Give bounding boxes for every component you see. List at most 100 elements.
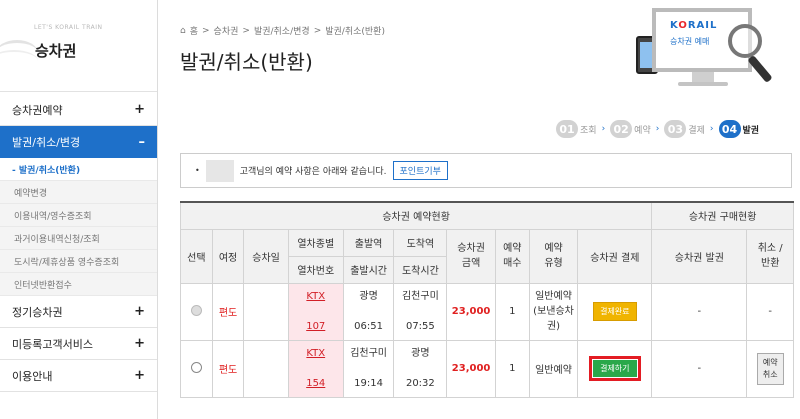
group-header-reservation: 승차권 예약현황 <box>179 201 653 230</box>
radio-button[interactable] <box>190 361 202 373</box>
arrival-cell: 김천구미 07:55 <box>393 282 448 341</box>
korail-logo: KORAIL <box>670 20 718 31</box>
breadcrumb-ticket[interactable]: 승차권 <box>214 24 239 37</box>
sidebar-item-label: 미등록고객서비스 <box>12 337 93 351</box>
cancel-cell: 예약 취소 <box>746 339 794 398</box>
breadcrumb-home[interactable]: 홈 <box>190 24 198 37</box>
promo-banner: KORAIL 승차권 예매 <box>616 2 792 96</box>
chevron-right-icon: › <box>655 124 660 134</box>
select-radio[interactable] <box>180 282 213 341</box>
pay-button-highlight: 결제하기 <box>589 356 641 381</box>
plus-icon: + <box>134 304 145 319</box>
fare-cell: 23,000 <box>446 282 496 341</box>
step-reserve: 02 예약 <box>610 120 651 138</box>
magnifier-icon <box>728 24 762 58</box>
breadcrumb-separator: > <box>202 25 210 36</box>
sidebar-submenu: - 발권/취소(반환) 예약변경 이용내역/영수증조회 과거이용내역신청/조회 … <box>0 158 157 296</box>
date-cell <box>243 282 289 341</box>
monitor-stand <box>692 72 714 82</box>
col-train-type: 열차종별 <box>287 228 344 257</box>
col-trip: 여정 <box>211 228 245 284</box>
sidebar-item-label: 발권/취소/변경 <box>12 136 81 149</box>
date-cell <box>243 339 289 398</box>
train-type-link[interactable]: KTX <box>306 348 325 359</box>
train-type-link[interactable]: KTX <box>306 291 325 302</box>
sidebar-item-label: 정기승차권 <box>12 305 63 319</box>
submenu-item-past-history[interactable]: 과거이용내역신청/조회 <box>0 227 157 250</box>
departure-cell: 광명 06:51 <box>342 282 395 341</box>
plus-icon: + <box>134 102 145 117</box>
type-cell: 일반예약 <box>528 339 579 398</box>
col-train-no: 열차번호 <box>287 255 344 284</box>
reservation-table: 승차권 예약현황 승차권 구매현황 선택 여정 승차일 열차종별 출발역 도착역… <box>179 201 794 398</box>
group-header-purchase: 승차권 구매현황 <box>651 201 794 230</box>
table-row: 편도 KTX 107 광명 06:51 김천구미 07:55 23,000 1 … <box>180 282 794 341</box>
chevron-right-icon: › <box>601 124 606 134</box>
col-type: 예약 유형 <box>528 228 579 284</box>
sidebar-title: 승차권 <box>35 42 77 60</box>
submenu-item-issue-refund[interactable]: - 발권/취소(반환) <box>0 158 157 181</box>
pay-cell: 결제완료 <box>577 282 653 341</box>
pay-cell: 결제하기 <box>577 339 653 398</box>
col-date: 승차일 <box>243 228 289 284</box>
col-cancel: 취소 / 반환 <box>746 228 794 284</box>
submenu-item-online-refund[interactable]: 인터넷반환접수 <box>0 273 157 296</box>
radio-button[interactable] <box>190 304 202 316</box>
minus-icon: – <box>138 134 146 150</box>
train-no-link[interactable]: 107 <box>306 321 325 332</box>
col-select: 선택 <box>180 228 213 284</box>
col-fare: 승차권 금액 <box>446 228 496 284</box>
payment-complete-badge: 결제완료 <box>593 302 637 321</box>
departure-cell: 김천구미 19:14 <box>342 339 395 398</box>
col-count: 예약 매수 <box>494 228 530 284</box>
col-arr-station: 도착역 <box>393 228 448 257</box>
breadcrumb-current: 발권/취소(반환) <box>325 27 385 37</box>
sidebar-item-label: 승차권예약 <box>12 103 63 117</box>
issue-cell: - <box>651 282 748 341</box>
cancel-cell: - <box>746 282 794 341</box>
breadcrumb-separator: > <box>313 25 322 36</box>
trip-cell: 편도 <box>211 339 245 398</box>
select-radio[interactable] <box>180 339 213 398</box>
col-arr-time: 도착시간 <box>393 255 448 284</box>
sidebar-item-label: 이용안내 <box>12 369 53 383</box>
cancel-reservation-button[interactable]: 예약 취소 <box>756 352 784 385</box>
sidebar-item-issue-cancel[interactable]: 발권/취소/변경 – <box>0 126 157 158</box>
table-row: 편도 KTX 154 김천구미 19:14 광명 20:32 23,000 1 … <box>180 339 794 398</box>
submenu-item-change[interactable]: 예약변경 <box>0 181 157 204</box>
breadcrumb: ⌂ 홈 > 승차권 > 발권/취소/변경 > 발권/취소(반환) <box>180 24 385 38</box>
submenu-item-history[interactable]: 이용내역/영수증조회 <box>0 204 157 227</box>
train-cell: KTX 154 <box>287 339 344 398</box>
masked-name <box>205 159 234 182</box>
notice-box: • 고객님의 예약 사항은 아래와 같습니다. 포인트기부 <box>180 153 792 188</box>
train-cell: KTX 107 <box>287 282 344 341</box>
main-content: ⌂ 홈 > 승차권 > 발권/취소/변경 > 발권/취소(반환) 발권/취소(반… <box>158 0 800 419</box>
step-search: 01 조회 <box>556 120 597 138</box>
train-no-link[interactable]: 154 <box>306 378 325 389</box>
col-dep-station: 출발역 <box>342 228 395 257</box>
type-cell: 일반예약 (보낸승차 권) <box>528 282 579 341</box>
sidebar-item-guest-service[interactable]: 미등록고객서비스 + <box>0 328 157 360</box>
point-donation-button[interactable]: 포인트기부 <box>392 161 448 180</box>
bullet-icon: • <box>195 166 200 175</box>
col-pay: 승차권 결제 <box>577 228 653 284</box>
pay-button[interactable]: 결제하기 <box>593 360 637 377</box>
chevron-right-icon: › <box>709 124 714 134</box>
breadcrumb-issue-cancel[interactable]: 발권/취소/변경 <box>254 24 310 37</box>
submenu-item-lunchbox-receipt[interactable]: 도시락/제휴상품 영수증조회 <box>0 250 157 273</box>
step-pay: 03 결제 <box>664 120 705 138</box>
sidebar-item-guide[interactable]: 이용안내 + <box>0 360 157 392</box>
sidebar-header: LET'S KORAIL TRAIN 승차권 <box>0 0 157 92</box>
monitor-base <box>678 82 728 86</box>
notice-text: 고객님의 예약 사항은 아래와 같습니다. <box>239 167 387 177</box>
count-cell: 1 <box>494 339 530 398</box>
swoosh-decoration <box>0 50 38 72</box>
sidebar-item-season-ticket[interactable]: 정기승차권 + <box>0 296 157 328</box>
page-title: 발권/취소(반환) <box>180 50 313 74</box>
plus-icon: + <box>134 336 145 351</box>
issue-cell: - <box>651 339 748 398</box>
col-issue: 승차권 발권 <box>651 228 748 284</box>
sidebar-item-reserve[interactable]: 승차권예약 + <box>0 94 157 126</box>
trip-cell: 편도 <box>211 282 245 341</box>
home-icon[interactable]: ⌂ <box>180 26 186 36</box>
